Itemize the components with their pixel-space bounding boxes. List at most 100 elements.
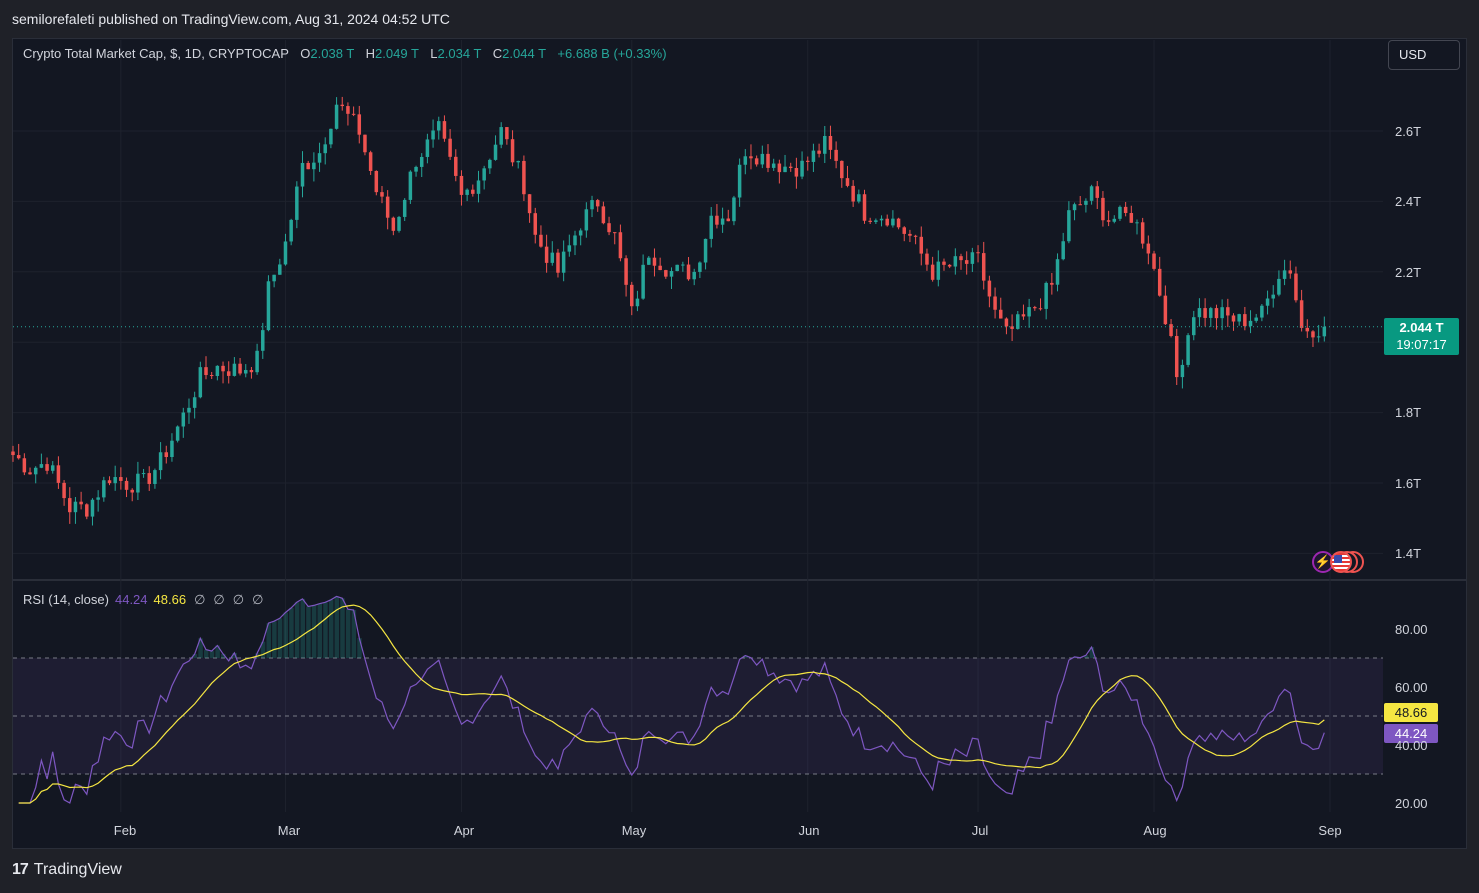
candle-body	[578, 230, 583, 236]
candle-body	[1197, 308, 1202, 318]
close-label: C	[492, 46, 503, 61]
event-markers[interactable]: ⚡	[1312, 551, 1368, 575]
currency-button[interactable]: USD	[1388, 40, 1460, 70]
candle-body	[612, 232, 617, 234]
candle-body	[204, 367, 208, 376]
candle-body	[811, 150, 816, 162]
candle-body	[232, 363, 237, 376]
candle-body	[50, 465, 55, 471]
candle-body	[493, 144, 498, 160]
candle-body	[283, 241, 288, 265]
candle-body	[181, 412, 186, 427]
footer-brand[interactable]: 17 TradingView	[12, 861, 122, 879]
symbol-name[interactable]: Crypto Total Market Cap, $, 1D, CRYPTOCA…	[23, 46, 289, 61]
candle-body	[1237, 314, 1241, 322]
candle-body	[158, 452, 163, 471]
candle-body	[908, 233, 912, 236]
candle-body	[1271, 294, 1275, 299]
candle-body	[800, 160, 804, 177]
candle-body	[306, 162, 310, 170]
rsi-band	[13, 658, 1383, 774]
candle-body	[209, 375, 214, 377]
candle-body	[1169, 324, 1173, 337]
candle-body	[1231, 315, 1236, 322]
candle-body	[363, 134, 367, 153]
candle-body	[834, 149, 838, 161]
candle-body	[805, 160, 810, 162]
candle-body	[471, 189, 475, 194]
candle-body	[1038, 308, 1043, 310]
candle-body	[272, 274, 276, 282]
candle-body	[312, 162, 316, 170]
candle-body	[737, 164, 742, 198]
candle-body	[522, 160, 526, 195]
candle-body	[329, 128, 333, 145]
time-axis-label: Mar	[277, 823, 301, 838]
candle-body	[913, 235, 918, 237]
candle-body	[346, 106, 350, 114]
candle-body	[102, 480, 106, 498]
rsi-overbought-fill	[272, 621, 277, 658]
time-axis-label: Apr	[453, 823, 475, 838]
candle-body	[1004, 318, 1009, 327]
candle-body	[459, 175, 464, 195]
null-value: ∅	[252, 592, 264, 607]
candle-body	[976, 252, 980, 254]
candle-body	[289, 219, 293, 242]
candle-body	[1118, 206, 1122, 219]
candle-body	[442, 121, 447, 139]
candle-body	[828, 135, 833, 150]
candle-body	[817, 150, 821, 154]
candle-body	[192, 397, 197, 408]
candle-body	[323, 144, 327, 154]
candle-body	[124, 480, 129, 490]
candle-body	[147, 473, 151, 484]
rsi-legend: RSI (14, close) 44.24 48.66 ∅ ∅ ∅ ∅	[23, 592, 263, 608]
candle-body	[964, 260, 969, 264]
candle-body	[567, 245, 572, 252]
rsi-overbought-fill	[209, 651, 215, 658]
candle-body	[987, 280, 992, 297]
rsi-axis-label: 80.00	[1395, 622, 1428, 637]
candle-body	[1186, 335, 1190, 365]
candle-body	[215, 365, 220, 377]
candle-body	[130, 489, 134, 493]
low-label: L	[430, 46, 438, 61]
candle-body	[408, 171, 413, 200]
candle-body	[437, 121, 441, 131]
candle-body	[1220, 307, 1224, 319]
candle-body	[317, 153, 322, 163]
price-axis-label: 2.4T	[1395, 194, 1422, 209]
candle-body	[510, 139, 515, 163]
candle-body	[607, 223, 611, 233]
candle-body	[1146, 243, 1151, 254]
candle-body	[107, 480, 112, 484]
candle-body	[539, 234, 543, 247]
candle-body	[675, 264, 679, 272]
candle-body	[1277, 278, 1281, 295]
candle-body	[73, 501, 78, 513]
candle-body	[1157, 268, 1162, 296]
candle-body	[561, 251, 566, 273]
candle-body	[618, 232, 623, 259]
rsi-label[interactable]: RSI (14, close)	[23, 592, 109, 607]
change-value: +6.688 B (+0.33%)	[557, 46, 667, 61]
candle-body	[1072, 204, 1077, 211]
candle-body	[726, 218, 731, 222]
rsi-overbought-fill	[334, 596, 340, 658]
candle-body	[573, 235, 577, 246]
candle-body	[266, 281, 271, 331]
candle-body	[868, 220, 872, 222]
candle-body	[794, 168, 799, 177]
candle-body	[1061, 241, 1065, 260]
candle-body	[136, 473, 140, 493]
candle-body	[527, 194, 532, 214]
candle-body	[300, 162, 305, 187]
candle-body	[351, 113, 356, 115]
price-chart-canvas[interactable]	[0, 0, 1479, 893]
candle-body	[1027, 307, 1031, 317]
candle-body	[544, 246, 549, 263]
candle-body	[1209, 308, 1213, 318]
candle-body	[243, 370, 248, 374]
us-flag-event-icon[interactable]	[1330, 551, 1352, 573]
